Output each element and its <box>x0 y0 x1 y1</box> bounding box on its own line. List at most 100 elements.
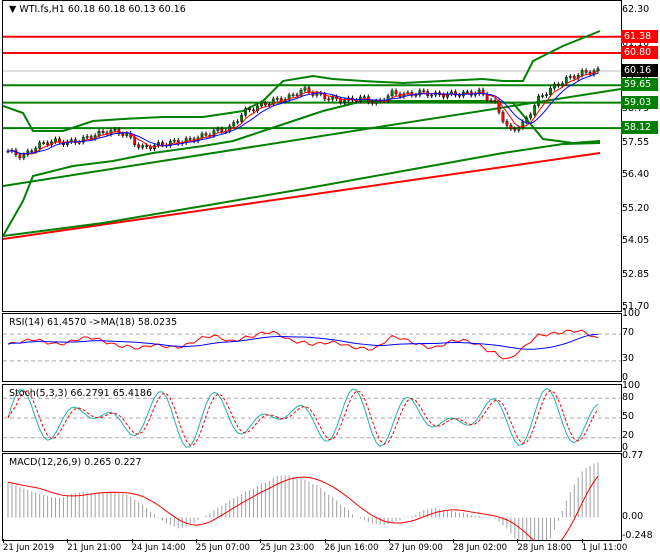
candle-body <box>418 90 422 96</box>
price-tick: 62.30 <box>622 4 650 15</box>
candle-body <box>46 142 49 146</box>
candle-body <box>509 125 513 129</box>
macd-pane[interactable]: MACD(12,26,9) 0.265 0.227 <box>2 453 622 541</box>
time-tick-mark <box>324 539 326 543</box>
candle-body <box>113 129 117 131</box>
candle-body <box>97 131 101 136</box>
time-tick: 25 Jun 07:00 <box>195 543 250 553</box>
candle-body <box>252 109 255 112</box>
macd-tick: -0.248 <box>622 530 653 541</box>
price-tick: 57.55 <box>622 137 650 149</box>
symbol-header: ▼ WTI.fs,H1 60.18 60.18 60.13 60.16 <box>9 4 186 15</box>
stoch-tick: 50 <box>622 411 635 422</box>
macd-signal-line <box>7 475 599 540</box>
candle-body <box>327 98 331 101</box>
price-pane[interactable]: ▼ WTI.fs,H1 60.18 60.18 60.13 60.16 <box>2 0 622 312</box>
candle-body <box>137 144 141 148</box>
candle-body <box>200 133 204 138</box>
level-tag: 59.03 <box>621 95 658 109</box>
time-tick-mark <box>260 539 262 543</box>
candle-body <box>545 94 548 96</box>
time-tick: 21 Jun 21:00 <box>67 543 122 553</box>
trend-line-red <box>3 152 601 240</box>
candle-body <box>596 68 600 71</box>
price-chart <box>3 30 621 240</box>
rsi-label: RSI(14) 61.4570 ->MA(18) 58.0235 <box>9 317 178 328</box>
candle-body <box>121 133 125 136</box>
stoch-tick: 20 <box>622 429 635 441</box>
time-tick: 25 Jun 23:00 <box>260 543 315 553</box>
candle-body <box>18 154 22 159</box>
candle-body <box>572 76 576 79</box>
candle-body <box>54 138 57 142</box>
candle-body <box>362 96 366 98</box>
candle-body <box>295 94 299 96</box>
time-tick: 21 Jun 2019 <box>3 543 55 553</box>
macd-tick: 0.00 <box>622 510 644 522</box>
candle-body <box>145 145 148 147</box>
candle-body <box>244 108 247 116</box>
rsi-tick: 100 <box>622 308 641 319</box>
level-tag: 58.12 <box>621 121 658 135</box>
macd-tick: 0.77 <box>622 450 644 461</box>
candle-body <box>501 112 505 122</box>
candle-body <box>38 142 42 149</box>
candle-body <box>236 121 240 123</box>
candle-body <box>161 142 164 146</box>
time-tick-mark <box>388 539 390 543</box>
candle-body <box>248 108 251 111</box>
time-tick-mark <box>581 539 583 543</box>
candle-body <box>343 100 346 103</box>
price-tick: 54.05 <box>622 235 650 247</box>
candle-body <box>101 131 105 133</box>
candle-body <box>188 138 192 140</box>
candle-body <box>374 100 378 104</box>
candle-body <box>133 136 137 145</box>
candle-body <box>291 94 295 96</box>
candle-body <box>394 90 398 95</box>
candle-body <box>529 114 533 119</box>
time-tick-mark <box>517 539 519 543</box>
candle-body <box>584 70 588 73</box>
price-tick: 56.40 <box>622 169 650 181</box>
time-tick-mark <box>67 539 69 543</box>
candle-body <box>465 91 469 93</box>
candle-body <box>414 94 418 97</box>
time-tick-mark <box>195 539 197 543</box>
candle-body <box>42 142 46 144</box>
candle-body <box>260 102 263 107</box>
candle-body <box>263 102 267 106</box>
candle-body <box>513 128 517 131</box>
candle-body <box>220 128 224 132</box>
bollinger-upper <box>3 30 601 132</box>
candle-body <box>141 145 145 148</box>
candle-body <box>493 100 497 102</box>
rsi-tick: 30 <box>622 352 635 364</box>
rsi-pane[interactable]: RSI(14) 61.4570 ->MA(18) 58.0235 <box>2 313 622 382</box>
time-tick: 27 Jun 09:00 <box>388 543 443 553</box>
candle-body <box>204 133 208 136</box>
stoch-label: Stoch(5,3,3) 66.2791 65.4186 <box>9 388 153 399</box>
candle-body <box>430 94 434 97</box>
candle-body <box>303 87 307 91</box>
time-tick-mark <box>3 539 4 543</box>
candle-body <box>34 148 38 152</box>
ohlc-values: 60.18 60.18 60.13 60.16 <box>67 4 186 15</box>
rsi-tick: 70 <box>622 327 635 339</box>
macd-label: MACD(12,26,9) 0.265 0.227 <box>9 457 142 468</box>
candle-body <box>537 95 541 106</box>
candle-body <box>370 101 374 104</box>
candle-body <box>549 87 552 95</box>
stoch-tick: 100 <box>622 380 641 391</box>
price-tick: 55.20 <box>622 202 650 214</box>
time-tick: 1 Jul 11:00 <box>581 543 628 553</box>
stoch-pane[interactable]: Stoch(5,3,3) 66.2791 65.4186 <box>2 384 622 452</box>
candle-body <box>564 77 568 84</box>
candle-body <box>525 117 529 122</box>
current-price-tag: 60.16 <box>621 63 658 77</box>
time-tick: 28 Jun 02:00 <box>453 543 508 553</box>
candle-body <box>275 98 279 100</box>
candle-body <box>505 121 509 126</box>
candle-body <box>557 83 560 86</box>
level-tag: 61.38 <box>621 29 658 43</box>
